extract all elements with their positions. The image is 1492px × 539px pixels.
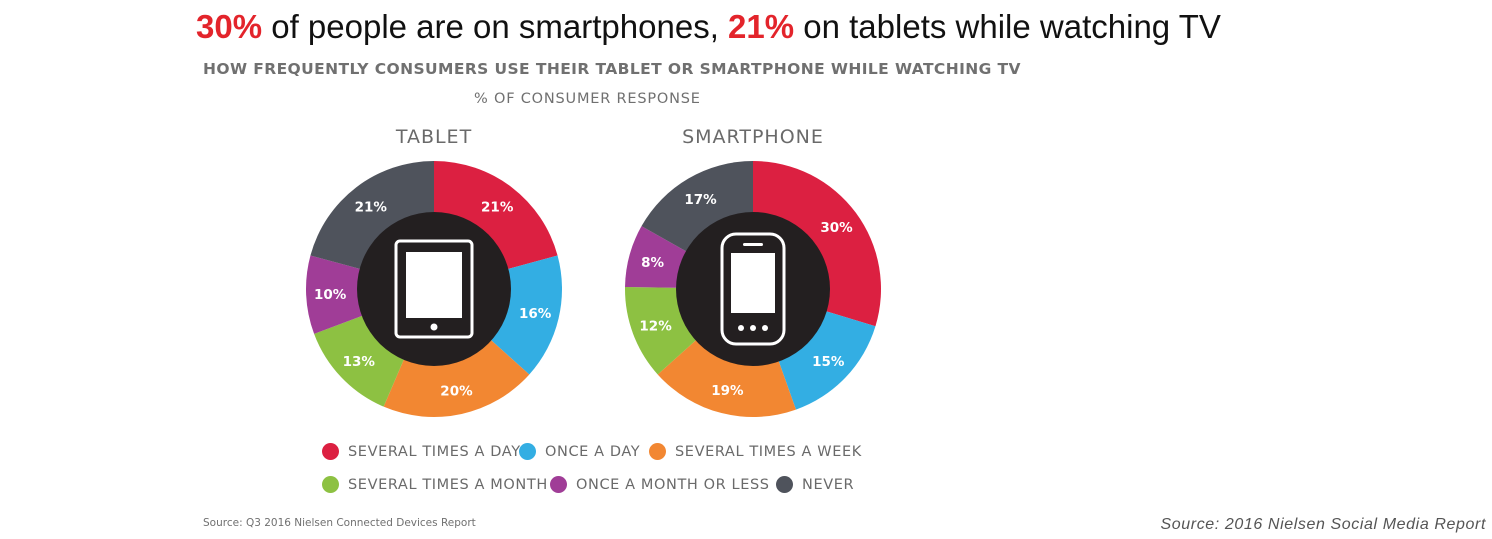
slice-label-smartphone-0: 30%: [820, 220, 853, 236]
legend-item-0: SEVERAL TIMES A DAY: [322, 443, 521, 460]
legend-label: NEVER: [802, 476, 855, 493]
legend-swatch: [649, 443, 666, 460]
source-note-left: Source: Q3 2016 Nielsen Connected Device…: [203, 517, 476, 529]
slice-label-tablet-4: 10%: [314, 287, 347, 303]
chart-title-smartphone: SMARTPHONE: [682, 126, 824, 148]
legend-swatch: [550, 476, 567, 493]
slice-label-smartphone-3: 12%: [639, 318, 672, 334]
legend-swatch: [519, 443, 536, 460]
slice-label-tablet-1: 16%: [519, 306, 552, 322]
legend-label: SEVERAL TIMES A DAY: [348, 443, 521, 460]
legend-swatch: [322, 443, 339, 460]
legend-item-2: SEVERAL TIMES A WEEK: [649, 443, 862, 460]
legend-item-3: SEVERAL TIMES A MONTH: [322, 476, 548, 493]
donut-tablet: 21% 16% 20% 13% 10% 21% TABLET: [306, 126, 562, 418]
legend-swatch: [776, 476, 793, 493]
slice-label-smartphone-4: 8%: [641, 255, 664, 271]
chart-title-tablet: TABLET: [395, 126, 472, 148]
legend-item-4: ONCE A MONTH OR LESS: [550, 476, 770, 493]
legend-item-5: NEVER: [776, 476, 854, 493]
legend-label: ONCE A MONTH OR LESS: [576, 476, 770, 493]
legend-label: SEVERAL TIMES A MONTH: [348, 476, 548, 493]
slice-label-smartphone-1: 15%: [812, 354, 845, 370]
slice-label-tablet-3: 13%: [343, 354, 376, 370]
legend-label: ONCE A DAY: [545, 443, 641, 460]
donut-smartphone: 30% 15% 19% 12% 8% 17% SMARTPHONE: [625, 126, 882, 417]
legend: SEVERAL TIMES A DAY ONCE A DAY SEVERAL TIM…: [322, 443, 922, 503]
slice-label-smartphone-2: 19%: [711, 383, 744, 399]
slice-label-tablet-0: 21%: [481, 199, 514, 215]
legend-swatch: [322, 476, 339, 493]
slice-label-tablet-2: 20%: [440, 384, 473, 400]
slice-label-tablet-5: 21%: [355, 199, 388, 215]
legend-item-1: ONCE A DAY: [519, 443, 640, 460]
legend-label: SEVERAL TIMES A WEEK: [675, 443, 862, 460]
slice-label-smartphone-5: 17%: [684, 192, 717, 208]
source-note-right: Source: 2016 Nielsen Social Media Report: [1160, 516, 1486, 533]
